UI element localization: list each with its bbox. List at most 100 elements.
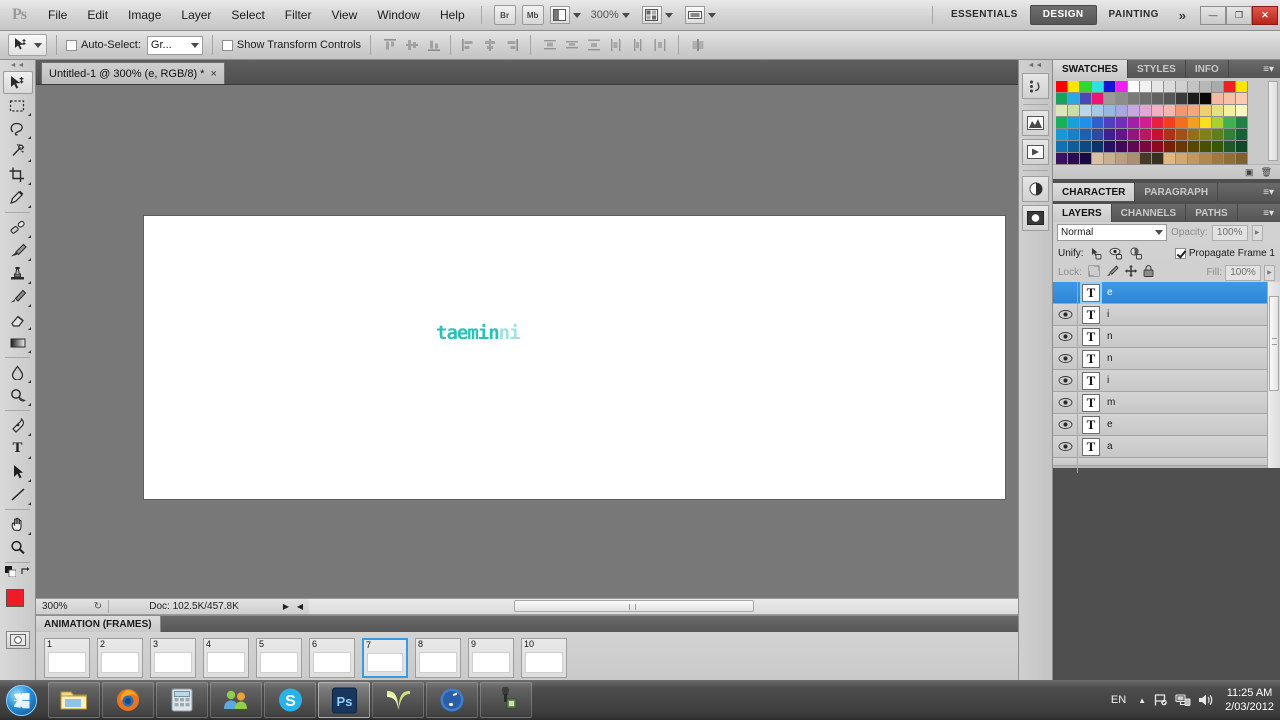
layer-name[interactable]: a [1107,441,1113,452]
color-swatch[interactable] [1236,93,1248,105]
color-swatch[interactable] [1212,105,1224,117]
color-swatch[interactable] [1056,81,1068,93]
menu-image[interactable]: Image [118,4,171,26]
color-swatch[interactable] [1212,93,1224,105]
animation-panel-icon[interactable] [1022,139,1049,165]
color-swatch[interactable] [1080,129,1092,141]
color-swatch[interactable] [1056,129,1068,141]
document-tab[interactable]: Untitled-1 @ 300% (e, RGB/8) * × [41,62,225,84]
layer-visibility-toggle[interactable] [1053,419,1077,430]
color-swatch[interactable] [1128,81,1140,93]
layers-list[interactable]: T e T i T n T n T i T m T e T a [1053,281,1280,473]
layer-name[interactable]: e [1107,419,1113,430]
layer-name[interactable]: e [1107,287,1113,298]
menu-help[interactable]: Help [430,4,475,26]
color-swatch[interactable] [1212,81,1224,93]
menu-layer[interactable]: Layer [171,4,221,26]
minimize-button[interactable]: — [1200,5,1226,25]
menu-view[interactable]: View [321,4,367,26]
color-swatch[interactable] [1056,117,1068,129]
distribute-top-edges-icon[interactable] [540,36,559,55]
taskbar-notepad-document[interactable] [372,682,424,718]
lock-image-pixels-icon[interactable] [1106,265,1119,280]
artboard[interactable]: taeminni [144,216,1005,499]
new-swatch-icon[interactable]: ▣ [1245,167,1254,178]
mini-bridge-icon[interactable]: Mb [521,5,544,25]
status-zoom-value[interactable]: 300% [36,601,88,612]
color-swatch[interactable] [1164,141,1176,153]
restore-button[interactable]: ❐ [1226,5,1252,25]
align-left-edges-icon[interactable] [458,36,477,55]
move-tool[interactable] [2,71,33,94]
magic-wand-tool[interactable] [3,140,33,163]
menu-edit[interactable]: Edit [77,4,118,26]
color-swatch[interactable] [1128,129,1140,141]
hscroll-left-icon[interactable]: ◀ [293,602,307,611]
taskbar-itunes[interactable] [426,682,478,718]
color-swatch[interactable] [1152,93,1164,105]
color-swatch[interactable] [1212,117,1224,129]
network-icon[interactable] [1175,693,1191,707]
crop-tool[interactable] [3,163,33,186]
color-swatch[interactable] [1188,153,1200,165]
color-swatch[interactable] [1224,153,1236,165]
color-swatch[interactable] [1068,117,1080,129]
color-swatch[interactable] [1128,105,1140,117]
workspace-more-icon[interactable]: » [1171,8,1194,23]
tab-channels[interactable]: CHANNELS [1112,204,1187,222]
layer-visibility-toggle[interactable] [1053,397,1077,408]
color-swatch[interactable] [1224,117,1236,129]
color-swatch[interactable] [1188,105,1200,117]
layer-row[interactable]: T n [1053,347,1280,370]
color-swatch[interactable] [1080,153,1092,165]
taskbar-calculator[interactable] [156,682,208,718]
color-swatch[interactable] [1200,153,1212,165]
menu-filter[interactable]: Filter [275,4,322,26]
animation-frame-selected[interactable]: 7 [362,638,408,678]
tab-character[interactable]: CHARACTER [1053,183,1136,201]
color-swatch[interactable] [1152,129,1164,141]
auto-select-checkbox[interactable] [66,39,77,51]
tab-info[interactable]: INFO [1186,60,1229,78]
color-swatch[interactable] [1200,141,1212,153]
color-swatch[interactable] [1116,93,1128,105]
layer-row[interactable]: T m [1053,391,1280,414]
color-swatch[interactable] [1200,117,1212,129]
align-horizontal-centers-icon[interactable] [480,36,499,55]
lock-position-icon[interactable] [1124,265,1137,280]
opacity-value[interactable]: 100% [1211,224,1248,241]
color-swatch[interactable] [1104,141,1116,153]
color-swatch[interactable] [1056,105,1068,117]
fill-value[interactable]: 100% [1225,264,1261,281]
align-vertical-centers-icon[interactable] [402,36,421,55]
propagate-frame-checkbox[interactable] [1174,247,1186,259]
color-swatch[interactable] [1128,93,1140,105]
animation-frame[interactable]: 3 [150,638,196,678]
color-swatch[interactable] [1068,105,1080,117]
color-swatch[interactable] [1116,117,1128,129]
color-swatch[interactable] [1236,117,1248,129]
color-swatch[interactable] [1212,153,1224,165]
animation-frame[interactable]: 5 [256,638,302,678]
layer-row-partial[interactable] [1053,450,1280,473]
color-swatch[interactable] [1104,153,1116,165]
unify-layer-style-icon[interactable] [1129,246,1144,261]
layer-name[interactable]: n [1107,353,1113,364]
color-swatch[interactable] [1056,153,1068,165]
horizontal-scroll-thumb[interactable] [514,600,754,612]
color-swatch[interactable] [1104,105,1116,117]
layer-visibility-toggle[interactable] [1053,375,1077,386]
color-swatch[interactable] [1092,93,1104,105]
color-swatch[interactable] [1236,129,1248,141]
taskbar-webcam-app[interactable] [480,682,532,718]
taskbar-windows-explorer[interactable] [48,682,100,718]
swap-colors-icon[interactable] [20,566,31,580]
horizontal-type-tool[interactable]: T [3,437,33,460]
masks-panel-icon[interactable] [1022,205,1049,231]
unify-layer-position-icon[interactable] [1089,246,1104,261]
layer-visibility-toggle[interactable] [1053,353,1077,364]
lock-all-icon[interactable] [1143,265,1154,280]
color-swatch[interactable] [1164,105,1176,117]
taskbar-mozilla-firefox[interactable] [102,682,154,718]
auto-align-layers-icon[interactable] [688,36,707,55]
